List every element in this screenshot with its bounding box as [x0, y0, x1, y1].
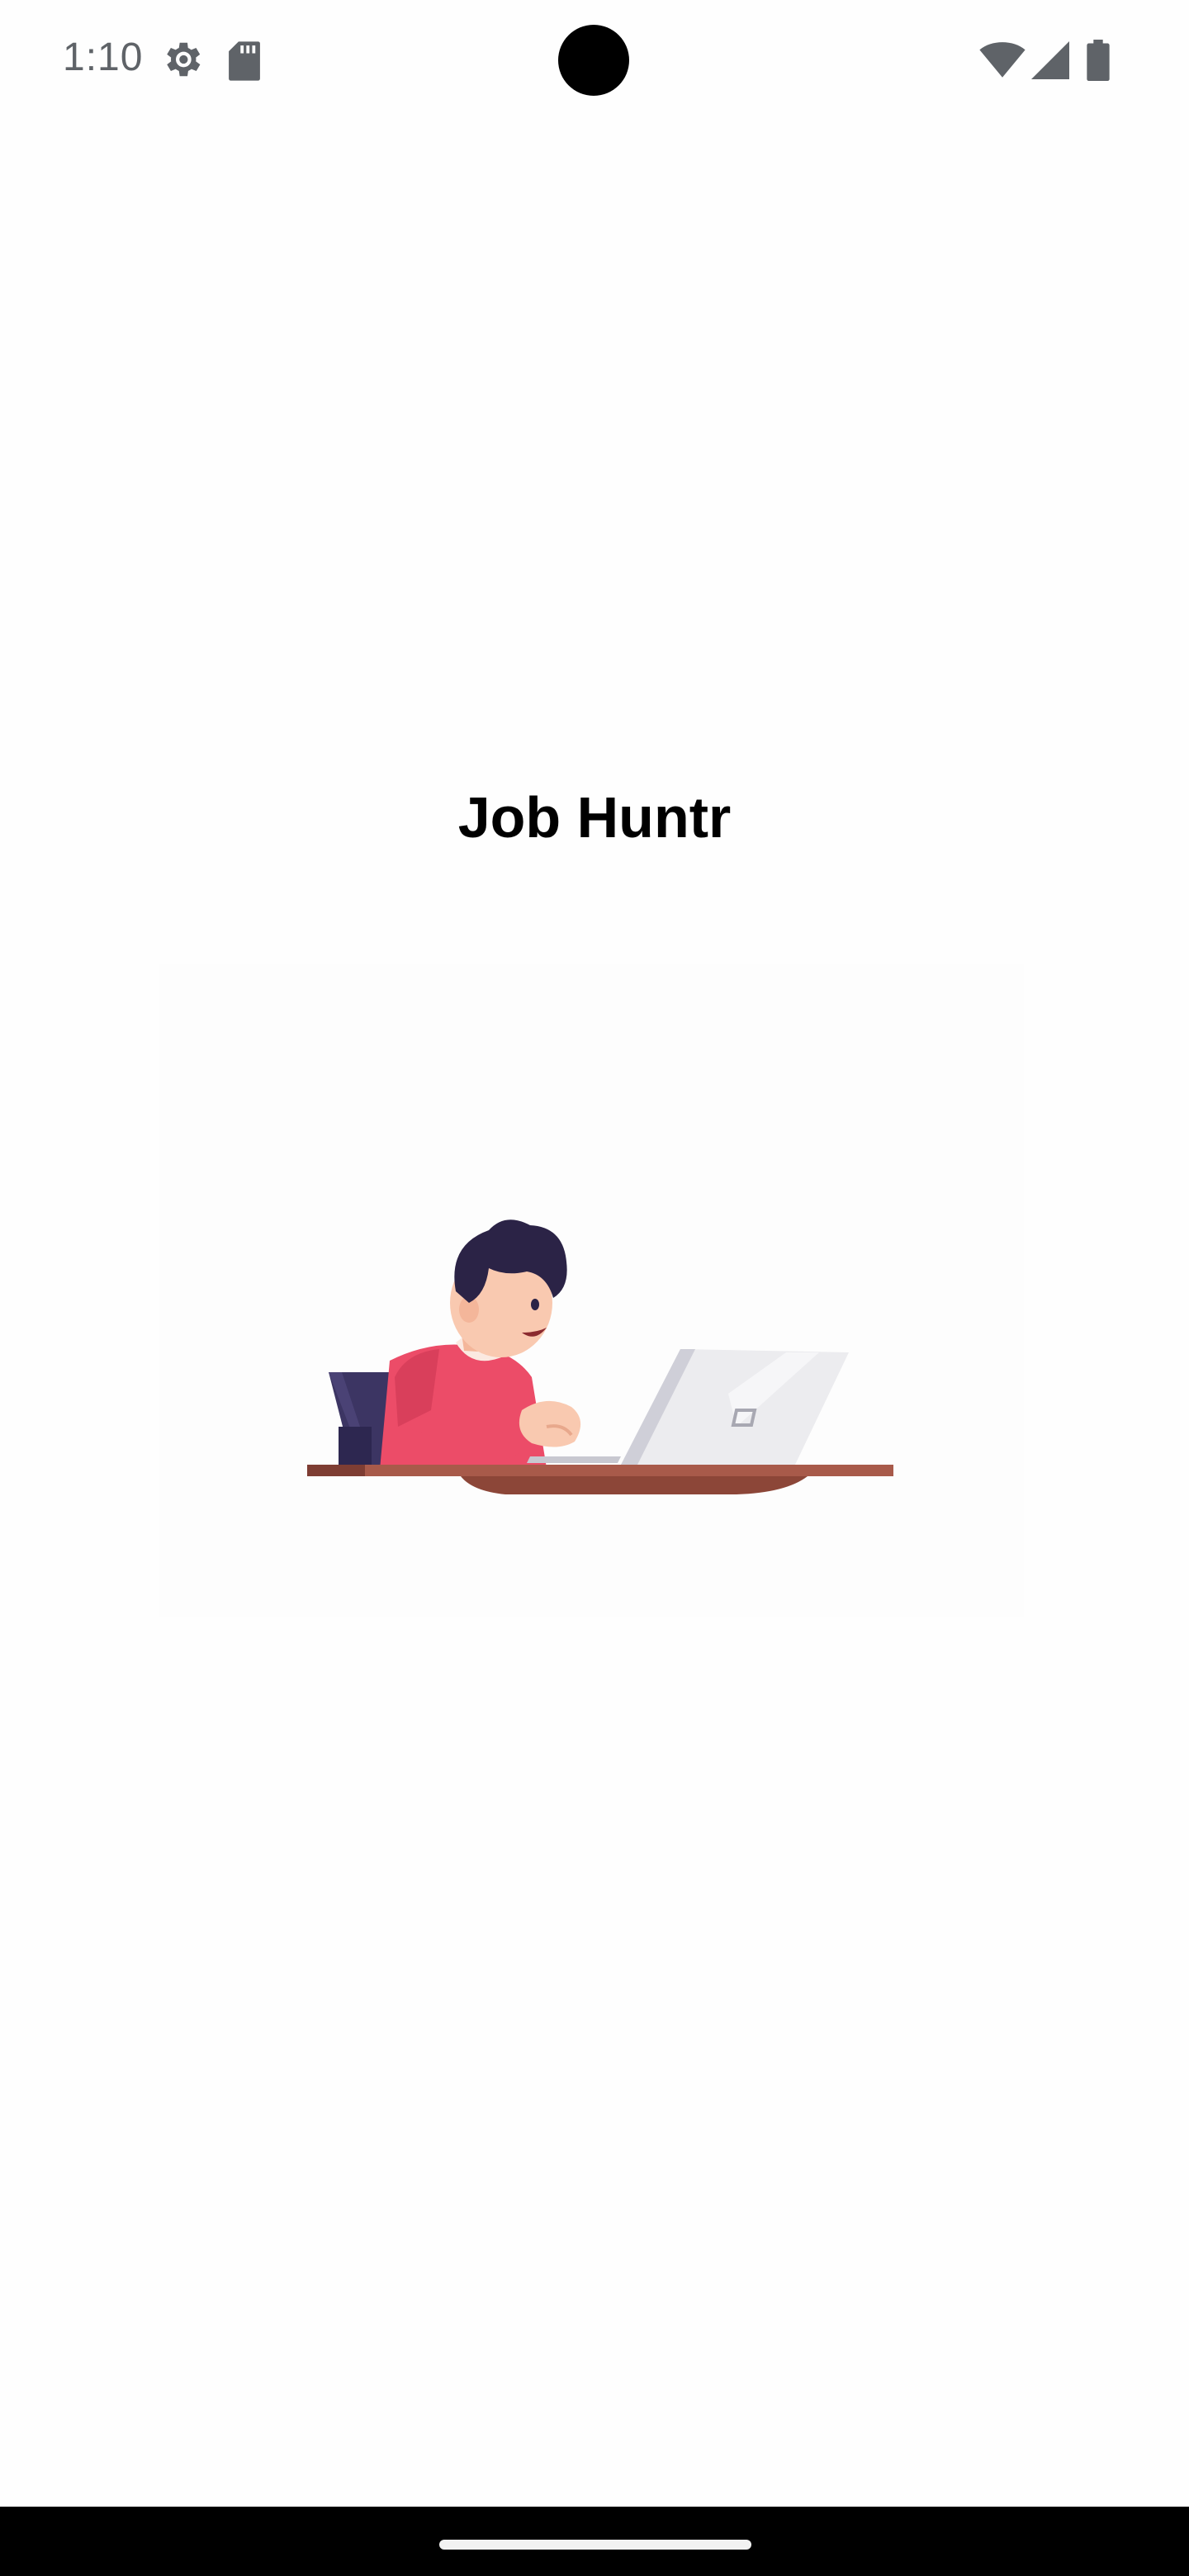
desk [307, 1465, 893, 1476]
battery-icon [1087, 40, 1110, 81]
settings-gear-icon [167, 42, 201, 77]
sd-card-icon [229, 41, 260, 81]
person-at-laptop-illustration [159, 964, 1024, 1617]
wifi-icon [979, 42, 1026, 78]
app-title: Job Huntr [457, 785, 732, 850]
cellular-signal-icon [1031, 41, 1069, 79]
navigation-bar [0, 2507, 1189, 2576]
status-bar: 1:10 [0, 0, 1189, 122]
hands [519, 1400, 581, 1447]
splash-screen: 1:10 Job Huntr [0, 0, 1189, 2576]
camera-cutout [558, 25, 629, 96]
home-gesture-handle[interactable] [439, 2540, 751, 2550]
illustration-graphic [307, 1219, 893, 1494]
status-time: 1:10 [63, 36, 144, 79]
